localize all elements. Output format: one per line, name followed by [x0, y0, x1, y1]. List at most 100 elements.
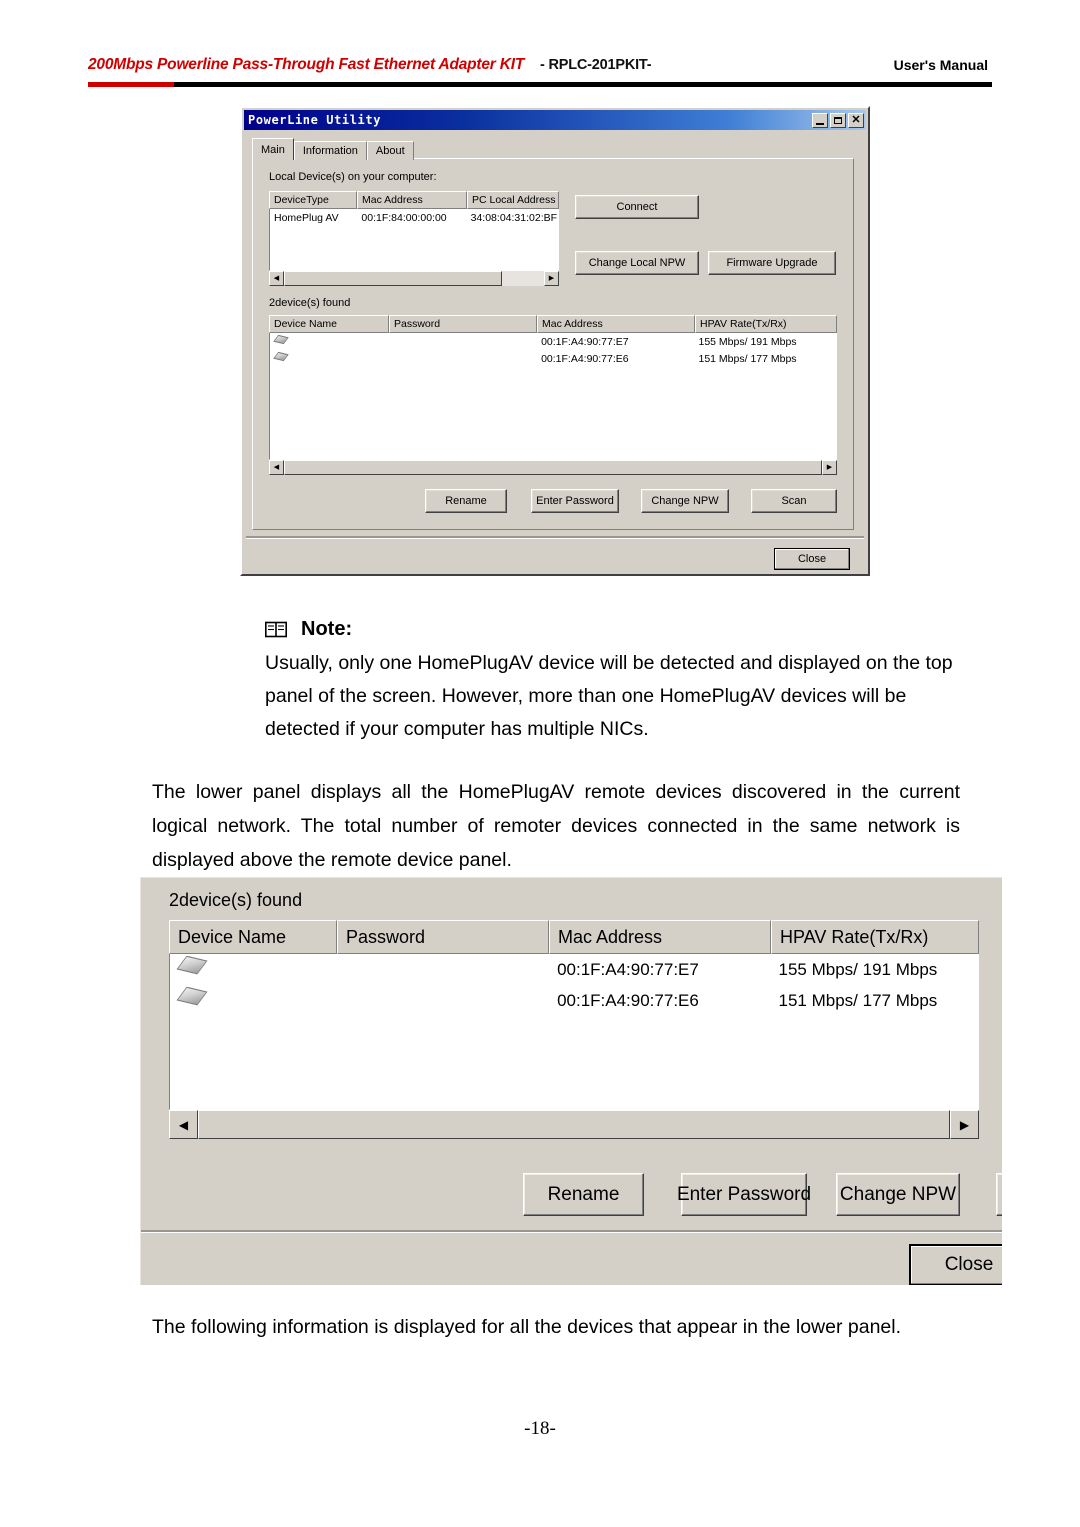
scroll-left-icon[interactable]: ◀ — [269, 271, 284, 286]
remote-devices-count: 2device(s) found — [269, 297, 351, 309]
scroll-right-icon[interactable]: ▶ — [822, 460, 837, 475]
adapter-icon — [176, 956, 208, 978]
enter-password-label: Enter Password — [676, 1183, 812, 1205]
change-local-npw-button[interactable]: Change Local NPW — [575, 251, 699, 275]
tab-about[interactable]: About — [366, 141, 414, 160]
tab-main-label: Main — [261, 143, 285, 156]
scan-button[interactable]: Scan — [996, 1173, 1002, 1216]
remote-devices-header: Device Name Password Mac Address HPAV Ra… — [269, 315, 837, 333]
connect-button[interactable]: Connect — [575, 195, 699, 219]
title-bar[interactable]: PowerLine Utility ✕ — [244, 110, 866, 130]
col-mac-address: Mac Address — [549, 920, 771, 954]
tab-information[interactable]: Information — [293, 141, 367, 160]
connect-button-label: Connect — [616, 201, 658, 213]
cell-hpav-rate: 155 Mbps/ 191 Mbps — [778, 959, 938, 979]
lower-panel-close-label: Close — [944, 1254, 994, 1275]
cell-hpav-rate: 151 Mbps/ 177 Mbps — [778, 990, 938, 1010]
paragraph-following-info: The following information is displayed f… — [152, 1316, 902, 1338]
note-heading: Note: — [265, 618, 965, 641]
local-devices-label: Local Device(s) on your computer: — [269, 171, 437, 183]
scroll-left-icon[interactable]: ◀ — [169, 1110, 198, 1139]
scroll-thumb[interactable] — [198, 1110, 950, 1139]
local-devices-hscrollbar[interactable]: ◀ ▶ — [269, 271, 559, 286]
col-device-name: Device Name — [269, 315, 389, 333]
page-header-row: 200Mbps Powerline Pass-Through Fast Ethe… — [88, 56, 992, 80]
cell-device-name — [270, 351, 390, 366]
cell-device-name — [270, 334, 390, 349]
header-rule-accent — [88, 82, 174, 87]
change-npw-button[interactable]: Change NPW — [641, 489, 729, 513]
tab-strip: Main Information About — [252, 138, 414, 160]
scroll-track[interactable] — [198, 1110, 950, 1139]
note-block: Note: Usually, only one HomePlugAV devic… — [265, 618, 965, 746]
local-devices-list[interactable]: DeviceType Mac Address PC Local Address … — [269, 191, 559, 286]
note-body: Usually, only one HomePlugAV device will… — [265, 652, 953, 740]
col-pc-local-address: PC Local Address — [467, 191, 559, 209]
paragraph-lower-panel-intro: The lower panel displays all the HomePlu… — [152, 781, 960, 871]
close-icon[interactable]: ✕ — [848, 112, 864, 128]
rename-button[interactable]: Rename — [425, 489, 507, 513]
col-device-type: DeviceType — [269, 191, 357, 209]
adapter-icon — [176, 987, 208, 1009]
rename-button[interactable]: Rename — [523, 1173, 644, 1216]
scroll-thumb[interactable] — [284, 271, 503, 286]
maximize-icon[interactable] — [830, 112, 846, 128]
scan-button-label: Scan — [781, 495, 807, 507]
cell-hpav-rate: 151 Mbps/ 177 Mbps — [698, 352, 797, 365]
scroll-thumb[interactable] — [284, 460, 822, 475]
remote-devices-list[interactable]: Device Name Password Mac Address HPAV Ra… — [269, 315, 837, 475]
cell-mac-address: 00:1F:84:00:00:00 — [361, 211, 447, 224]
powerline-utility-window: PowerLine Utility ✕ Main Information Abo… — [240, 106, 870, 576]
scroll-left-icon[interactable]: ◀ — [269, 460, 284, 475]
col-password: Password — [337, 920, 549, 954]
remote-devices-hscrollbar[interactable]: ◀ ▶ — [269, 460, 837, 475]
enter-password-button[interactable]: Enter Password — [531, 489, 619, 513]
lower-panel-device-list[interactable]: Device Name Password Mac Address HPAV Ra… — [169, 920, 979, 1110]
tab-information-label: Information — [302, 145, 358, 157]
lower-panel-close-button[interactable]: Close — [909, 1244, 1002, 1285]
adapter-icon — [273, 334, 289, 346]
lower-panel-screenshot: 2device(s) found Device Name Password Ma… — [140, 877, 1002, 1285]
product-model: - RPLC-201PKIT- — [540, 57, 652, 73]
tab-main[interactable]: Main — [252, 138, 294, 160]
minimize-icon[interactable] — [812, 112, 828, 128]
scroll-track[interactable] — [284, 460, 822, 475]
lower-panel-body: 00:1F:A4:90:77:E7 155 Mbps/ 191 Mbps 00:… — [169, 954, 979, 1110]
change-npw-button[interactable]: Change NPW — [836, 1173, 960, 1216]
cell-mac-address: 00:1F:A4:90:77:E7 — [557, 959, 699, 979]
tab-page-main: Local Device(s) on your computer: Device… — [252, 158, 854, 530]
scroll-right-icon[interactable]: ▶ — [544, 271, 559, 286]
cell-pc-local-address: 34:08:04:31:02:BF — [470, 211, 558, 224]
col-mac-address: Mac Address — [357, 191, 467, 209]
cell-device-name — [170, 987, 338, 1014]
firmware-upgrade-label: Firmware Upgrade — [726, 257, 818, 269]
scan-button[interactable]: Scan — [751, 489, 837, 513]
remote-devices-body: 00:1F:A4:90:77:E7 155 Mbps/ 191 Mbps 00:… — [269, 333, 837, 460]
dialog-close-label: Close — [797, 553, 827, 565]
enter-password-button[interactable]: Enter Password — [677, 1173, 811, 1216]
product-title: 200Mbps Powerline Pass-Through Fast Ethe… — [88, 56, 525, 73]
table-row[interactable]: 00:1F:A4:90:77:E7 155 Mbps/ 191 Mbps — [170, 954, 978, 985]
change-npw-label: Change NPW — [651, 495, 719, 507]
page-number: -18- — [524, 1418, 556, 1439]
header-rule — [88, 82, 992, 87]
local-devices-header: DeviceType Mac Address PC Local Address — [269, 191, 559, 209]
col-hpav-rate: HPAV Rate(Tx/Rx) — [771, 920, 979, 954]
dialog-footer-divider — [246, 536, 864, 538]
lower-panel-hscrollbar[interactable]: ◀ ▶ — [169, 1110, 979, 1139]
page-header: 200Mbps Powerline Pass-Through Fast Ethe… — [88, 56, 992, 96]
table-row[interactable]: 00:1F:A4:90:77:E7 155 Mbps/ 191 Mbps — [270, 333, 836, 350]
change-local-npw-label: Change Local NPW — [588, 257, 686, 269]
cell-mac-address: 00:1F:A4:90:77:E6 — [557, 990, 699, 1010]
table-row[interactable]: 00:1F:A4:90:77:E6 151 Mbps/ 177 Mbps — [270, 350, 836, 367]
book-icon — [265, 621, 287, 638]
table-row[interactable]: HomePlug AV 00:1F:84:00:00:00 34:08:04:3… — [270, 209, 558, 226]
dialog-close-button[interactable]: Close — [774, 548, 850, 570]
change-npw-label: Change NPW — [839, 1183, 957, 1205]
window-controls: ✕ — [812, 112, 864, 128]
firmware-upgrade-button[interactable]: Firmware Upgrade — [708, 251, 836, 275]
col-password: Password — [389, 315, 537, 333]
scroll-right-icon[interactable]: ▶ — [950, 1110, 979, 1139]
table-row[interactable]: 00:1F:A4:90:77:E6 151 Mbps/ 177 Mbps — [170, 985, 978, 1016]
scroll-track[interactable] — [284, 271, 544, 286]
